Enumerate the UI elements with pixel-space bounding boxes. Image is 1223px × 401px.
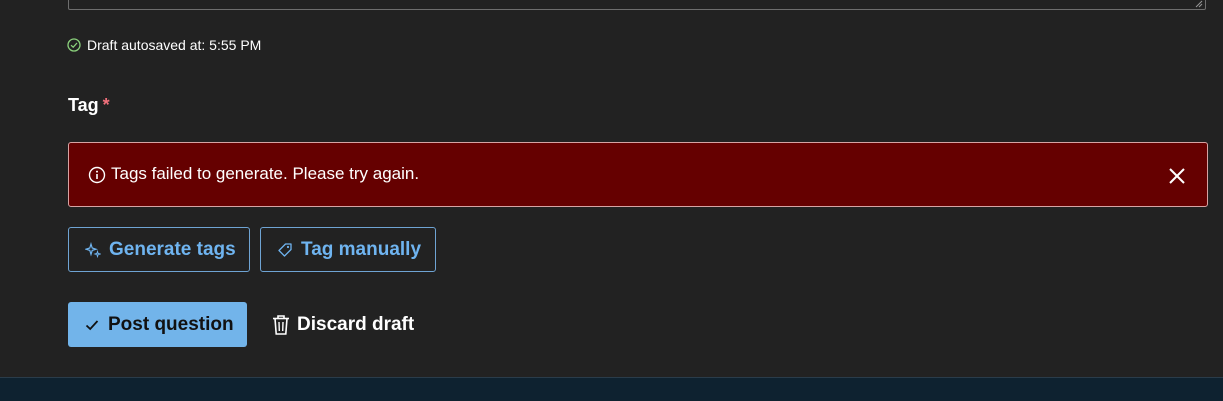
- error-message: Tags failed to generate. Please try agai…: [111, 164, 420, 183]
- post-question-button[interactable]: Post question: [68, 302, 247, 347]
- autosave-text: Draft autosaved at: 5:55 PM: [87, 37, 262, 53]
- generate-tags-label: Generate tags: [109, 238, 236, 260]
- checkmark-icon: [84, 317, 100, 333]
- tag-field-label: Tag *: [68, 95, 110, 116]
- page-footer: [0, 377, 1223, 401]
- question-body-textarea[interactable]: [68, 0, 1206, 10]
- sparkle-icon: [85, 241, 101, 258]
- tag-manually-button[interactable]: Tag manually: [260, 227, 436, 272]
- discard-draft-label: Discard draft: [297, 313, 415, 335]
- info-icon: [88, 166, 106, 184]
- error-banner: Tags failed to generate. Please try agai…: [68, 142, 1208, 207]
- autosave-status: Draft autosaved at: 5:55 PM: [67, 36, 261, 54]
- post-question-label: Post question: [108, 313, 234, 335]
- trash-icon: [271, 314, 291, 336]
- tag-label-text: Tag: [68, 95, 99, 115]
- close-icon[interactable]: [1168, 167, 1186, 185]
- required-marker: *: [102, 95, 110, 115]
- check-circle-icon: [67, 38, 81, 52]
- resize-grip-icon[interactable]: [1195, 0, 1203, 8]
- generate-tags-button[interactable]: Generate tags: [68, 227, 250, 272]
- discard-draft-button[interactable]: Discard draft: [271, 302, 414, 347]
- tag-manually-label: Tag manually: [301, 238, 422, 260]
- tag-icon: [277, 242, 293, 258]
